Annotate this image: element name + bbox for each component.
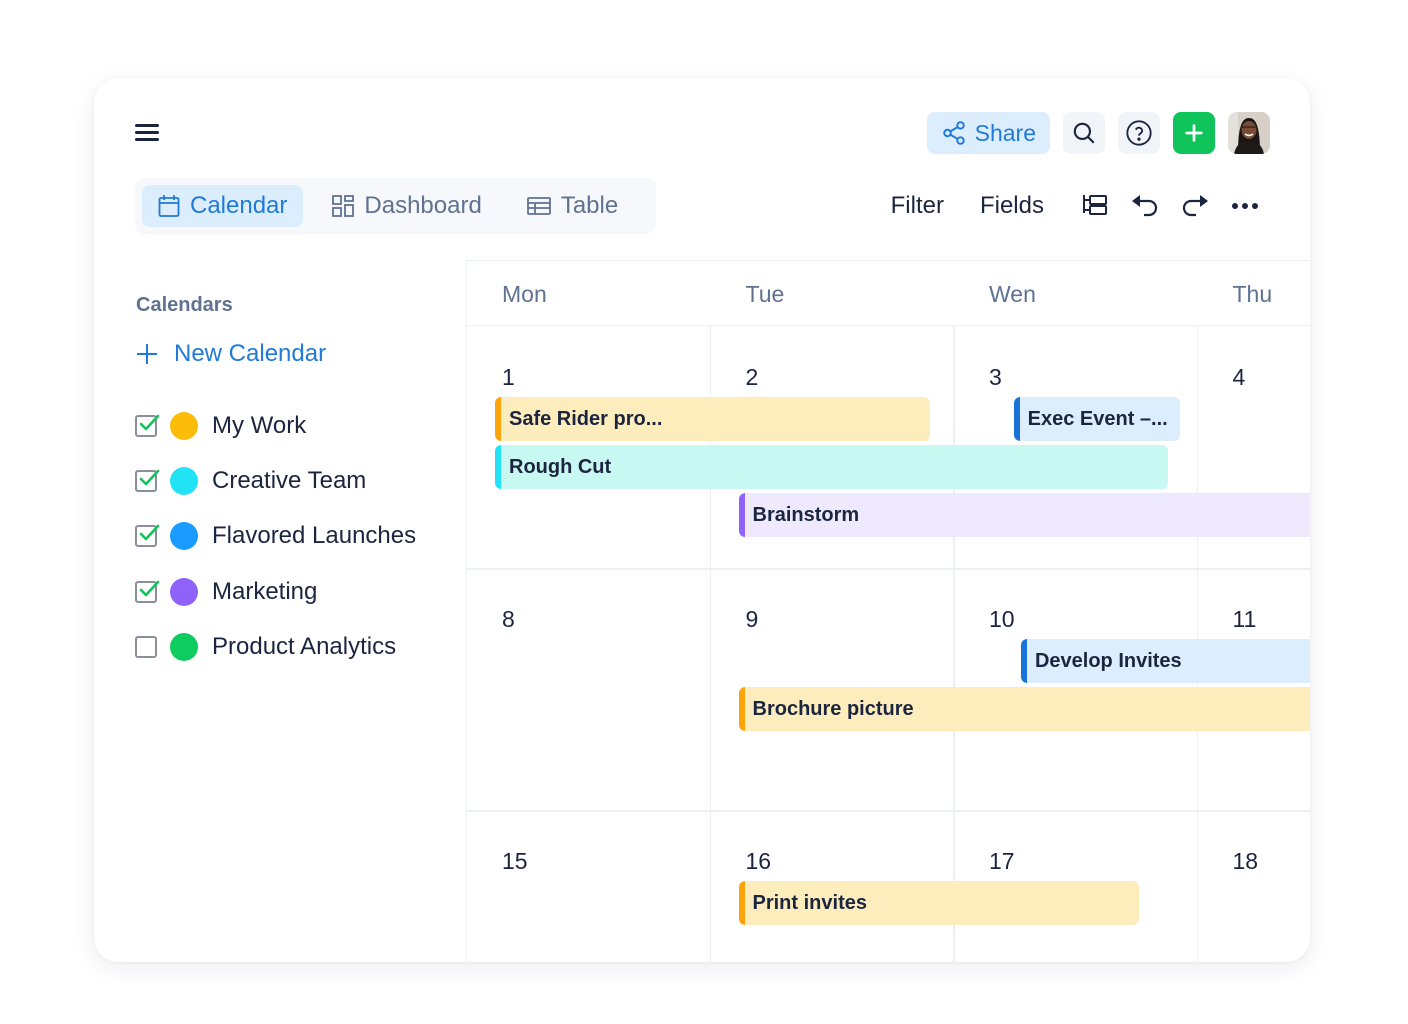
undo-icon: [1132, 195, 1158, 217]
add-button[interactable]: [1173, 112, 1215, 154]
calendar-event[interactable]: Exec Event –...: [1013, 397, 1181, 441]
tab-table-label: Table: [560, 192, 619, 219]
week-divider: [467, 568, 1310, 570]
day-number[interactable]: 9: [746, 606, 759, 633]
calendar-item[interactable]: Creative Team: [135, 453, 416, 508]
user-avatar[interactable]: [1228, 112, 1270, 154]
calendar-color-dot: [170, 411, 198, 440]
calendar-list: My Work Creative Team Flavored Launches Mar…: [135, 398, 416, 674]
calendar-event[interactable]: Safe Rider pro...: [495, 397, 930, 441]
calendar-color-dot: [170, 522, 198, 551]
day-number[interactable]: 2: [746, 364, 759, 391]
calendar-color-dot: [170, 632, 198, 661]
share-icon: [942, 121, 965, 145]
calendar-name: Product Analytics: [212, 632, 397, 660]
calendar-item[interactable]: My Work: [135, 398, 416, 453]
calendar-checkbox[interactable]: [135, 469, 160, 492]
event-title: Exec Event –...: [1027, 407, 1168, 430]
tab-dashboard[interactable]: Dashboard: [316, 185, 497, 227]
event-title: Print invites: [752, 891, 867, 914]
plus-icon: [137, 344, 157, 364]
checkmark-icon: [139, 580, 160, 596]
day-name: Tue: [745, 281, 785, 307]
new-calendar-button[interactable]: New Calendar: [136, 340, 326, 368]
tab-table[interactable]: Table: [511, 185, 634, 227]
checkmark-icon: [139, 469, 160, 486]
event-title: Brochure picture: [752, 697, 914, 720]
search-button[interactable]: [1063, 112, 1105, 154]
menu-icon[interactable]: [135, 124, 159, 142]
calendar-name: Creative Team: [212, 466, 367, 494]
day-name: Mon: [502, 281, 547, 307]
event-title: Rough Cut: [509, 455, 612, 478]
share-label: Share: [974, 119, 1036, 146]
checkmark-icon: [139, 524, 160, 541]
checkmark-icon: [139, 414, 160, 430]
filter-button[interactable]: Filter: [891, 192, 944, 220]
help-button[interactable]: [1118, 112, 1160, 154]
day-number[interactable]: 4: [1233, 364, 1246, 391]
calendar-item[interactable]: Product Analytics: [135, 619, 416, 674]
day-number[interactable]: 10: [989, 606, 1015, 633]
avatar-photo: [1228, 112, 1270, 154]
day-number[interactable]: 17: [989, 848, 1015, 875]
event-title: Develop Invites: [1034, 649, 1182, 672]
day-number[interactable]: 16: [746, 848, 772, 875]
calendar-name: Flavored Launches: [212, 522, 417, 550]
group-button[interactable]: [1080, 191, 1110, 221]
fields-button[interactable]: Fields: [980, 192, 1044, 220]
column-divider: [953, 326, 955, 962]
calendar-checkbox[interactable]: [135, 524, 160, 548]
table-icon: [526, 197, 551, 215]
calendar-color-dot: [170, 466, 198, 495]
day-number[interactable]: 3: [989, 364, 1002, 391]
day-number[interactable]: 18: [1233, 848, 1259, 875]
calendar-event[interactable]: Brainstorm: [738, 493, 1310, 537]
redo-icon: [1182, 195, 1208, 217]
calendar-checkbox[interactable]: [135, 414, 160, 437]
dashboard-icon: [332, 195, 355, 217]
week-divider: [467, 810, 1310, 812]
calendars-heading: Calendars: [136, 294, 233, 316]
day-number[interactable]: 11: [1233, 606, 1257, 633]
calendar-event[interactable]: Develop Invites: [1020, 639, 1310, 683]
tab-calendar[interactable]: Calendar: [142, 185, 304, 227]
plus-icon: [1185, 124, 1203, 142]
calendar-item[interactable]: Flavored Launches: [135, 509, 416, 564]
day-name: Thu: [1232, 281, 1273, 307]
calendar-name: My Work: [212, 411, 307, 439]
new-calendar-label: New Calendar: [174, 340, 327, 367]
tab-dashboard-label: Dashboard: [364, 192, 482, 219]
help-icon: [1126, 120, 1152, 146]
day-number[interactable]: 1: [502, 364, 515, 391]
share-button[interactable]: Share: [926, 112, 1050, 154]
toolbar: Filter Fields: [891, 188, 1260, 224]
calendar-grid: Mon Tue Wen Thu 1 2 3 4 8 9 10 11 15 16 17 18 Safe Ride…: [466, 260, 1310, 962]
day-header-row: Mon Tue Wen Thu: [467, 261, 1310, 326]
day-number[interactable]: 15: [502, 848, 528, 875]
calendar-event[interactable]: Print invites: [738, 881, 1140, 925]
calendar-event[interactable]: Rough Cut: [495, 445, 1169, 489]
event-title: Brainstorm: [752, 503, 860, 526]
event-title: Safe Rider pro...: [509, 407, 663, 430]
day-name: Wen: [989, 281, 1036, 307]
more-icon: [1232, 203, 1258, 209]
tab-calendar-label: Calendar: [190, 192, 288, 219]
calendar-icon: [158, 195, 180, 217]
calendar-item[interactable]: Marketing: [135, 564, 416, 619]
undo-button[interactable]: [1130, 191, 1160, 221]
calendar-name: Marketing: [212, 577, 318, 605]
day-number[interactable]: 8: [502, 606, 515, 633]
group-icon: [1083, 195, 1107, 215]
top-actions: Share: [926, 112, 1270, 154]
view-switcher: Calendar Dashboard Table: [135, 178, 656, 234]
calendar-color-dot: [170, 577, 198, 606]
calendar-checkbox[interactable]: [135, 580, 160, 603]
redo-button[interactable]: [1180, 191, 1210, 221]
calendar-app-window: Share Calendar Dashboard Table Filter Fi…: [94, 78, 1310, 962]
calendar-event[interactable]: Brochure picture: [738, 687, 1310, 731]
search-icon: [1073, 122, 1095, 144]
more-button[interactable]: [1230, 191, 1260, 221]
calendar-checkbox[interactable]: [135, 635, 157, 658]
